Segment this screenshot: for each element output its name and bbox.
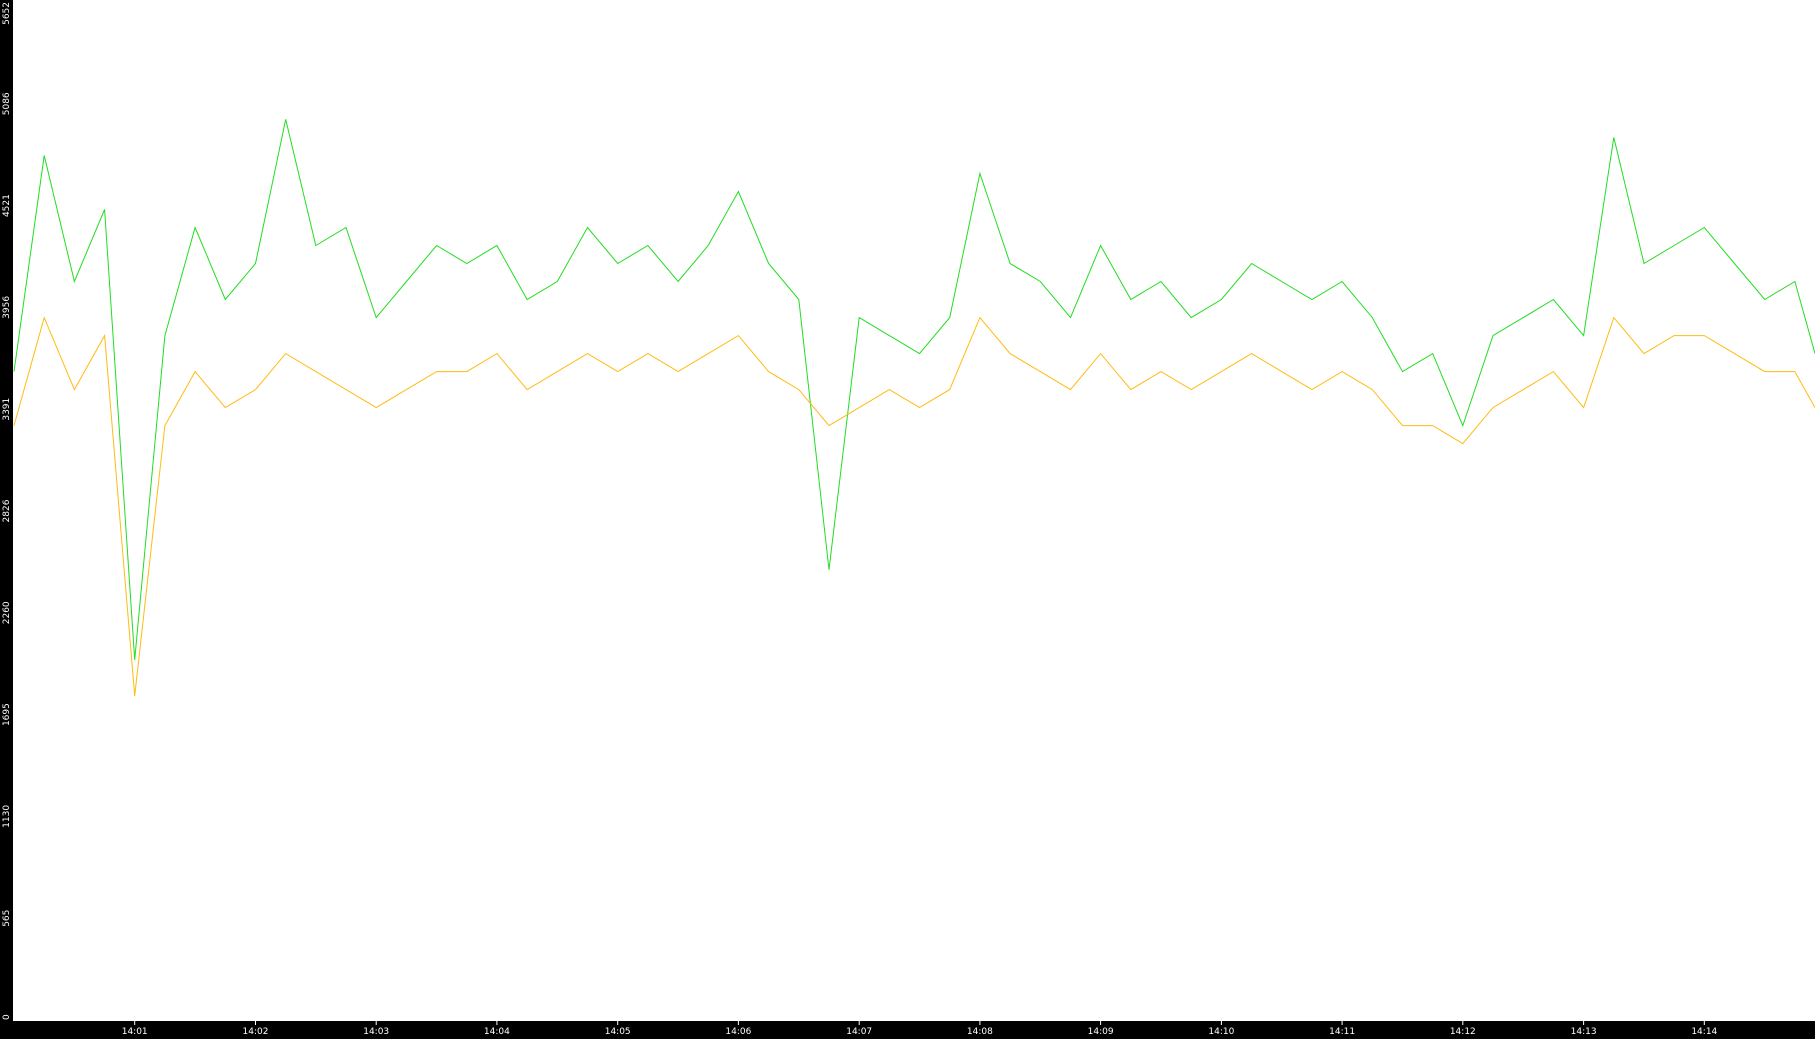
x-tick-label: 14:12 bbox=[1450, 1027, 1476, 1037]
y-tick-label: 1130 bbox=[2, 805, 12, 828]
x-tick-label: 14:02 bbox=[243, 1027, 269, 1037]
x-tick-label: 14:04 bbox=[484, 1027, 510, 1037]
x-tick-label: 14:08 bbox=[967, 1027, 993, 1037]
series-line-2 bbox=[13, 316, 1815, 696]
x-tick-label: 14:09 bbox=[1088, 1027, 1114, 1037]
x-tick-label: 14:01 bbox=[122, 1027, 148, 1037]
x-axis-strip bbox=[0, 1021, 1815, 1039]
x-tick-label: 14:11 bbox=[1329, 1027, 1355, 1037]
x-tick-label: 14:10 bbox=[1208, 1027, 1234, 1037]
line-chart: 0 565 1130 1695 2260 2826 3391 3956 4521 5086 5652… bbox=[0, 0, 1815, 1039]
y-tick-label: 1695 bbox=[2, 703, 12, 726]
x-tick-label: 14:05 bbox=[605, 1027, 631, 1037]
series-line-1 bbox=[13, 119, 1815, 660]
x-tick-label: 14:03 bbox=[363, 1027, 389, 1037]
x-tick-label: 14:14 bbox=[1691, 1027, 1717, 1037]
x-tick-label: 14:07 bbox=[846, 1027, 872, 1037]
y-tick-label: 3391 bbox=[2, 398, 12, 421]
y-tick-label: 5086 bbox=[2, 92, 12, 115]
y-tick-label: 5652 bbox=[2, 2, 12, 25]
series-layer bbox=[13, 119, 1815, 696]
x-tick-label: 14:13 bbox=[1571, 1027, 1597, 1037]
y-tick-label: 4521 bbox=[2, 194, 12, 217]
x-tick-label: 14:06 bbox=[725, 1027, 751, 1037]
y-tick-label: 3956 bbox=[2, 296, 12, 319]
y-tick-label: 2826 bbox=[2, 499, 12, 522]
chart-area: 0 565 1130 1695 2260 2826 3391 3956 4521 5086 5652… bbox=[0, 0, 1815, 1039]
y-tick-label: 2260 bbox=[2, 601, 12, 624]
y-tick-label: 565 bbox=[2, 910, 12, 927]
y-tick-label: 0 bbox=[2, 1014, 12, 1020]
